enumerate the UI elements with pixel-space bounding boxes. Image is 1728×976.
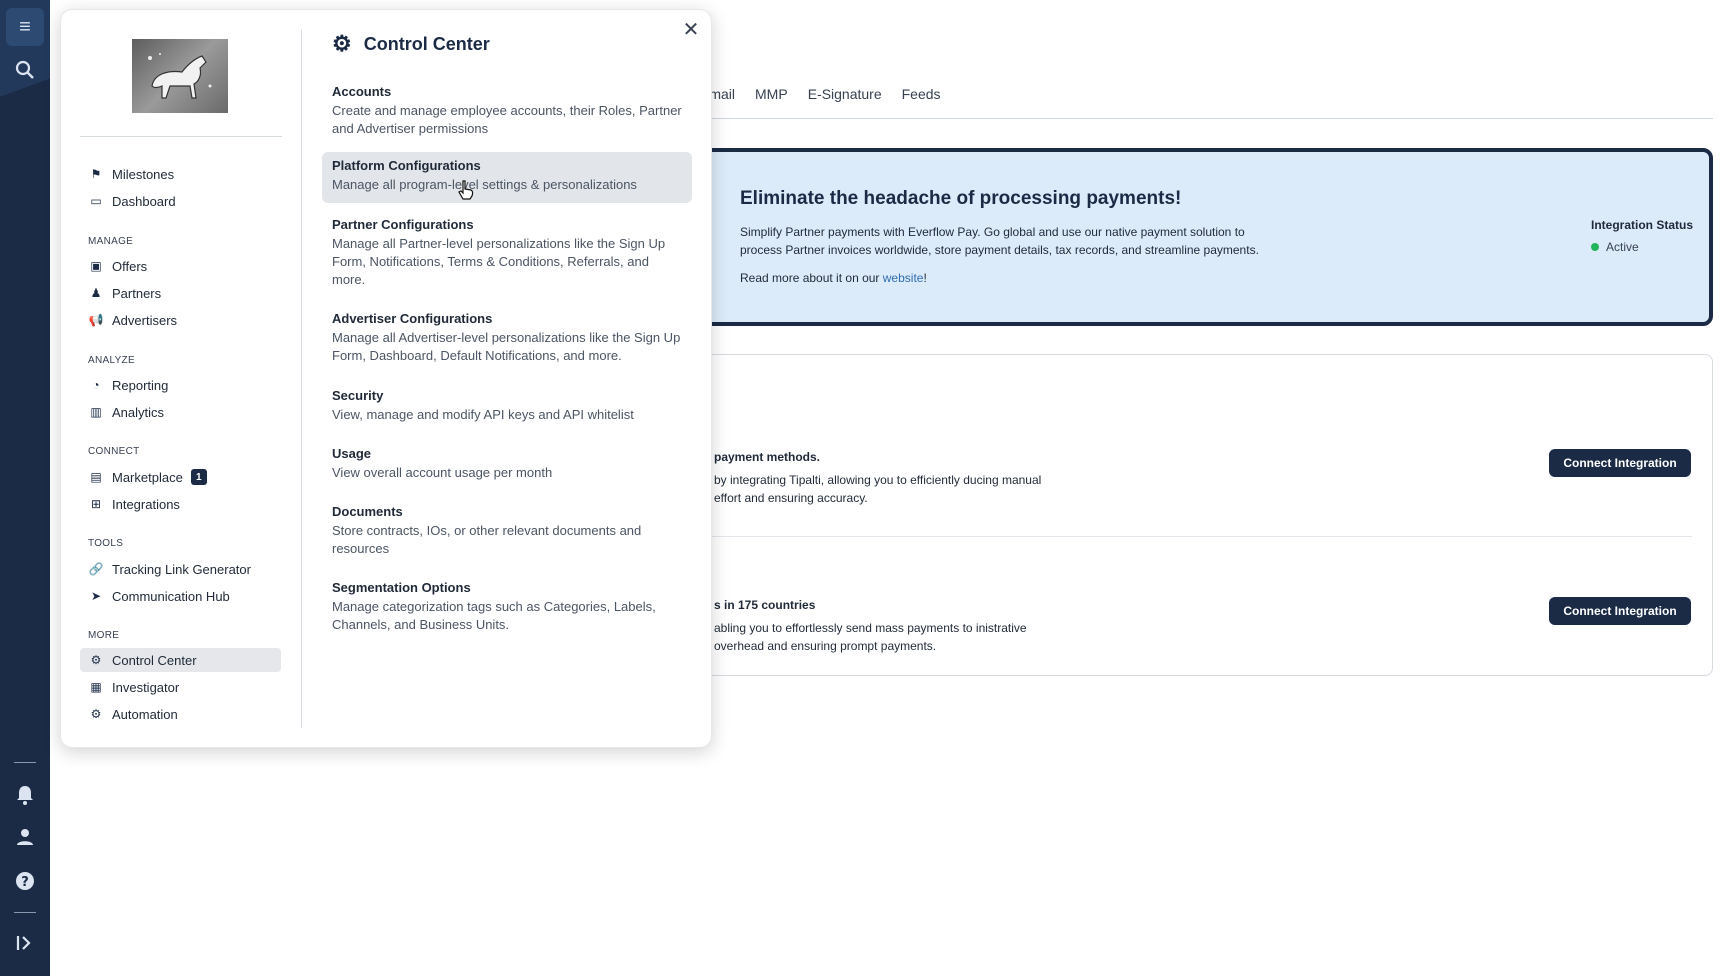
expand-sidebar-icon[interactable] — [6, 924, 44, 962]
nav-reporting[interactable]: ◔ Reporting — [80, 373, 281, 397]
integration-desc: by integrating Tipalti, allowing you to … — [714, 473, 1042, 505]
partner-icon: ♟ — [90, 286, 102, 300]
connect-integration-button[interactable]: Connect Integration — [1549, 449, 1691, 477]
nav-tracking-link-generator[interactable]: 🔗 Tracking Link Generator — [80, 557, 281, 581]
option-advertiser-configurations[interactable]: Advertiser Configurations Manage all Adv… — [322, 305, 692, 371]
offers-icon: ▣ — [90, 259, 102, 273]
pointer-cursor-icon — [458, 180, 474, 205]
horse-logo-icon — [148, 53, 212, 99]
section-connect: CONNECT — [88, 446, 140, 457]
section-manage: MANAGE — [88, 236, 134, 247]
option-documents[interactable]: Documents Store contracts, IOs, or other… — [322, 498, 692, 564]
user-icon[interactable] — [6, 818, 44, 856]
nav-investigator[interactable]: ▦ Investigator — [80, 675, 281, 699]
option-segmentation-options[interactable]: Segmentation Options Manage categorizati… — [322, 574, 692, 640]
monitor-icon: ▭ — [90, 194, 102, 208]
investigator-icon: ▦ — [90, 680, 102, 694]
left-rail: ≡ ? — [0, 0, 50, 976]
close-icon[interactable]: ✕ — [680, 18, 702, 41]
promo-title: Eliminate the headache of processing pay… — [740, 188, 1182, 209]
nav-marketplace[interactable]: ▤ Marketplace 1 — [80, 465, 281, 489]
tab-e-signature[interactable]: E-Signature — [808, 86, 882, 102]
promo-text: Simplify Partner payments with Everflow … — [740, 225, 1259, 257]
nav-milestones[interactable]: ⚑ Milestones — [80, 162, 281, 186]
megaphone-icon: 📢 — [88, 313, 104, 327]
nav-partners[interactable]: ♟ Partners — [80, 281, 281, 305]
status-dot-icon — [1591, 243, 1599, 251]
promo-read-more: Read more about it on our website! — [740, 271, 927, 285]
integration-status: Active — [1591, 240, 1639, 254]
website-link[interactable]: website — [883, 271, 924, 285]
section-analyze: ANALYZE — [88, 355, 135, 366]
panel-divider — [301, 30, 302, 728]
nav-dashboard[interactable]: ▭ Dashboard — [80, 189, 281, 213]
brand-logo — [132, 39, 228, 113]
menu-icon[interactable]: ≡ — [6, 8, 44, 46]
page-title: ⚙ Control Center — [332, 31, 490, 56]
link-icon: 🔗 — [88, 562, 104, 576]
help-icon[interactable]: ? — [6, 862, 44, 900]
gear-icon: ⚙ — [332, 31, 352, 56]
section-more: MORE — [88, 630, 120, 641]
logo-divider — [80, 136, 282, 137]
integration-desc: abling you to effortlessly send mass pay… — [714, 621, 1027, 653]
integration-title: payment methods. — [714, 450, 821, 464]
nav-integrations[interactable]: ⊞ Integrations — [80, 492, 281, 516]
nav-automation[interactable]: ⚙ Automation — [80, 702, 281, 726]
option-usage[interactable]: Usage View overall account usage per mon… — [322, 440, 692, 488]
bell-icon[interactable] — [6, 776, 44, 814]
row-divider — [700, 536, 1692, 537]
integration-title: s in 175 countries — [714, 598, 816, 612]
option-partner-configurations[interactable]: Partner Configurations Manage all Partne… — [322, 211, 692, 295]
integration-tabs: Email MMP E-Signature Feeds — [700, 86, 941, 102]
flag-icon: ⚑ — [90, 167, 102, 181]
option-security[interactable]: Security View, manage and modify API key… — [322, 382, 692, 430]
nav-communication-hub[interactable]: ➤ Communication Hub — [80, 584, 281, 608]
nav-control-center[interactable]: ⚙ Control Center — [80, 648, 281, 672]
tab-mmp[interactable]: MMP — [755, 86, 788, 102]
rail-divider — [14, 912, 36, 913]
svg-text:?: ? — [21, 875, 29, 890]
send-icon: ➤ — [90, 589, 102, 603]
nav-advertisers[interactable]: 📢 Advertisers — [80, 308, 281, 332]
rail-divider — [14, 762, 36, 763]
analytics-icon: ▥ — [90, 405, 102, 419]
nav-offers[interactable]: ▣ Offers — [80, 254, 281, 278]
search-icon[interactable] — [6, 51, 44, 89]
tabs-underline — [660, 118, 1713, 119]
tab-feeds[interactable]: Feeds — [902, 86, 941, 102]
automation-icon: ⚙ — [90, 707, 102, 721]
integrations-icon: ⊞ — [90, 497, 102, 511]
store-icon: ▤ — [90, 470, 102, 484]
reporting-icon: ◔ — [92, 378, 100, 392]
marketplace-badge: 1 — [190, 469, 207, 485]
section-tools: TOOLS — [88, 538, 124, 549]
gear-icon: ⚙ — [90, 653, 102, 667]
integration-status-label: Integration Status — [1591, 218, 1694, 232]
option-platform-configurations[interactable]: Platform Configurations Manage all progr… — [322, 152, 692, 203]
nav-analytics[interactable]: ▥ Analytics — [80, 400, 281, 424]
option-accounts[interactable]: Accounts Create and manage employee acco… — [322, 78, 692, 144]
connect-integration-button[interactable]: Connect Integration — [1549, 597, 1691, 625]
